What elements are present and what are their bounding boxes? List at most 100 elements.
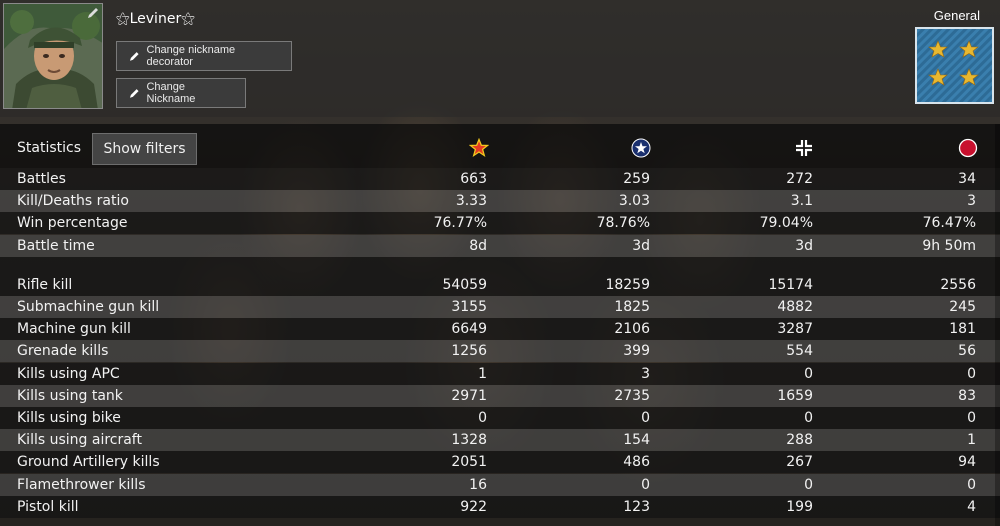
stat-label: Machine gun kill xyxy=(17,321,131,337)
stat-value: 0 xyxy=(478,410,487,426)
stat-value: 181 xyxy=(949,321,976,337)
button-label: Change Nickname xyxy=(146,81,196,105)
stat-label: Battles xyxy=(17,171,66,187)
stat-value: 0 xyxy=(967,366,976,382)
stat-value: 3 xyxy=(967,193,976,209)
germany-cross-icon xyxy=(796,140,812,156)
stat-value: 78.76% xyxy=(596,215,650,231)
stat-value: 1256 xyxy=(451,343,487,359)
show-filters-button[interactable]: Show filters xyxy=(92,133,197,165)
table-row: Rifle kill 54059 18259 15174 2556 xyxy=(0,274,1000,296)
stat-value: 18259 xyxy=(605,277,650,293)
stat-value: 199 xyxy=(786,499,813,515)
stat-value: 0 xyxy=(641,477,650,493)
statistics-title: Statistics xyxy=(17,140,81,156)
stat-label: Submachine gun kill xyxy=(17,299,160,315)
table-row: Kill/Deaths ratio 3.33 3.03 3.1 3 xyxy=(0,190,1000,212)
table-row: Machine gun kill 6649 2106 3287 181 xyxy=(0,318,1000,340)
pencil-icon xyxy=(129,52,139,61)
pencil-icon xyxy=(129,89,139,98)
stat-value: 3.33 xyxy=(455,193,487,209)
stat-value: 79.04% xyxy=(759,215,813,231)
stat-value: 2106 xyxy=(614,321,650,337)
japan-circle-icon xyxy=(958,138,978,158)
stat-label: Pistol kill xyxy=(17,499,79,515)
stat-value: 2971 xyxy=(451,388,487,404)
change-nickname-button[interactable]: Change Nickname xyxy=(116,78,246,108)
usa-star-icon xyxy=(631,138,651,158)
table-row: Kills using APC 1 3 0 0 xyxy=(0,363,1000,385)
table-row: Ground Artillery kills 2051 486 267 94 xyxy=(0,451,1000,473)
stat-value: 0 xyxy=(641,410,650,426)
table-row: Submachine gun kill 3155 1825 4882 245 xyxy=(0,296,1000,318)
scrollbar[interactable] xyxy=(995,124,1000,526)
stat-value: 123 xyxy=(623,499,650,515)
stat-value: 0 xyxy=(804,410,813,426)
player-nickname: ⚝Leviner⚝ xyxy=(116,11,195,27)
rank-title: General xyxy=(933,8,980,23)
stat-value: 0 xyxy=(967,477,976,493)
stat-label: Kills using bike xyxy=(17,410,121,426)
change-nickname-decorator-button[interactable]: Change nickname decorator xyxy=(116,41,292,71)
stat-value: 8d xyxy=(469,238,487,254)
stat-label: Ground Artillery kills xyxy=(17,454,160,470)
stat-value: 94 xyxy=(958,454,976,470)
stat-value: 3.1 xyxy=(790,193,813,209)
stat-value: 15174 xyxy=(768,277,813,293)
stat-label: Kill/Deaths ratio xyxy=(17,193,129,209)
stat-value: 76.47% xyxy=(922,215,976,231)
table-row: Kills using bike 0 0 0 0 xyxy=(0,407,1000,429)
table-row: Battles 663 259 272 34 xyxy=(0,168,1000,190)
stat-value: 1659 xyxy=(777,388,813,404)
stat-label: Kills using aircraft xyxy=(17,432,142,448)
ussr-star-icon xyxy=(469,138,489,158)
stat-value: 54059 xyxy=(442,277,487,293)
stat-value: 3155 xyxy=(451,299,487,315)
table-row: Battle time 8d 3d 3d 9h 50m xyxy=(0,235,1000,257)
stat-value: 83 xyxy=(958,388,976,404)
stat-value: 0 xyxy=(804,477,813,493)
button-label: Change nickname decorator xyxy=(146,44,236,68)
table-row: Pistol kill 922 123 199 4 xyxy=(0,496,1000,518)
rank-stars-icon xyxy=(917,29,992,102)
stat-value: 2051 xyxy=(451,454,487,470)
stat-value: 76.77% xyxy=(433,215,487,231)
stat-label: Flamethrower kills xyxy=(17,477,146,493)
avatar[interactable] xyxy=(3,3,103,109)
stat-value: 259 xyxy=(623,171,650,187)
table-row: Flamethrower kills 16 0 0 0 xyxy=(0,474,1000,496)
edit-avatar-icon[interactable] xyxy=(86,6,100,20)
stat-value: 1 xyxy=(478,366,487,382)
stat-value: 1328 xyxy=(451,432,487,448)
table-row: Kills using tank 2971 2735 1659 83 xyxy=(0,385,1000,407)
stat-value: 3d xyxy=(632,238,650,254)
stat-value: 16 xyxy=(469,477,487,493)
stat-value: 3 xyxy=(641,366,650,382)
stat-value: 554 xyxy=(786,343,813,359)
section-divider xyxy=(0,257,1000,274)
stat-label: Battle time xyxy=(17,238,95,254)
nickname-decorator-left-icon: ⚝ xyxy=(116,11,130,27)
stat-value: 56 xyxy=(958,343,976,359)
table-row: Grenade kills 1256 399 554 56 xyxy=(0,340,1000,362)
table-row: Win percentage 76.77% 78.76% 79.04% 76.47% xyxy=(0,212,1000,234)
stat-value: 6649 xyxy=(451,321,487,337)
stat-value: 1 xyxy=(967,432,976,448)
stat-value: 2735 xyxy=(614,388,650,404)
stat-value: 486 xyxy=(623,454,650,470)
stat-value: 922 xyxy=(460,499,487,515)
stat-value: 3.03 xyxy=(618,193,650,209)
general-rank-badge xyxy=(915,27,994,104)
stat-value: 154 xyxy=(623,432,650,448)
stat-value: 4 xyxy=(967,499,976,515)
stat-value: 3d xyxy=(795,238,813,254)
stat-value: 0 xyxy=(967,410,976,426)
stat-label: Win percentage xyxy=(17,215,128,231)
stat-value: 4882 xyxy=(777,299,813,315)
stat-label: Grenade kills xyxy=(17,343,109,359)
stat-label: Rifle kill xyxy=(17,277,73,293)
stat-value: 3287 xyxy=(777,321,813,337)
stat-value: 0 xyxy=(804,366,813,382)
stat-value: 245 xyxy=(949,299,976,315)
stat-value: 267 xyxy=(786,454,813,470)
